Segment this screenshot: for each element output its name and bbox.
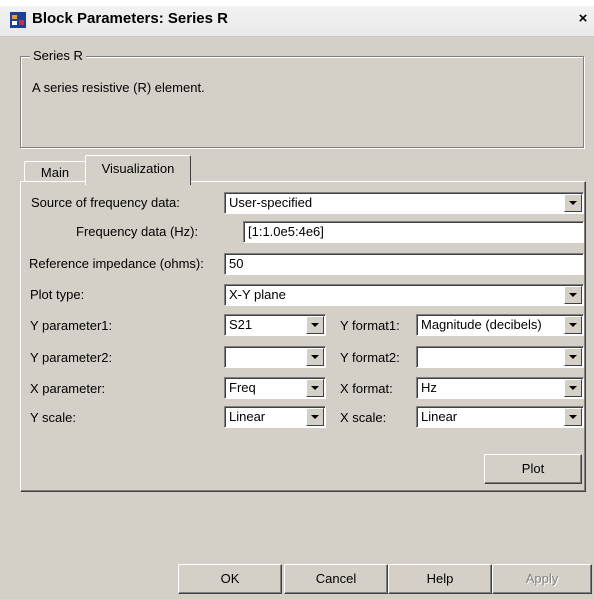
- reference-impedance-input[interactable]: 50: [224, 253, 584, 275]
- plot-type-value: X-Y plane: [229, 287, 286, 302]
- block-parameters-icon: [10, 12, 26, 28]
- frequency-data-value: [1:1.0e5:4e6]: [248, 224, 324, 239]
- x-scale-value: Linear: [421, 409, 458, 424]
- cancel-button[interactable]: Cancel: [284, 564, 388, 594]
- reference-impedance-value: 50: [229, 256, 244, 271]
- group-legend: Series R: [30, 48, 86, 63]
- y-scale-label: Y scale:: [30, 410, 77, 425]
- chevron-down-icon[interactable]: [306, 408, 324, 426]
- chevron-down-icon[interactable]: [306, 379, 324, 397]
- x-parameter-value: Freq: [229, 380, 256, 395]
- tab-main[interactable]: Main: [24, 161, 86, 182]
- x-parameter-label: X parameter:: [30, 381, 106, 396]
- x-scale-label: X scale:: [340, 410, 387, 425]
- window-title: Block Parameters: Series R: [32, 10, 228, 27]
- help-button[interactable]: Help: [388, 564, 492, 594]
- source-frequency-value: User-specified: [229, 195, 313, 210]
- block-parameters-dialog: Block Parameters: Series R × Series R A …: [0, 0, 594, 599]
- y-parameter1-label: Y parameter1:: [30, 318, 113, 333]
- block-description: A series resistive (R) element.: [32, 80, 205, 95]
- source-frequency-label: Source of frequency data:: [31, 195, 180, 210]
- y-parameter2-select[interactable]: [224, 346, 326, 368]
- y-format2-select[interactable]: [416, 346, 584, 368]
- chevron-down-icon[interactable]: [564, 379, 582, 397]
- y-format1-label: Y format1:: [340, 318, 400, 333]
- x-parameter-select[interactable]: Freq: [224, 377, 326, 399]
- plot-button[interactable]: Plot: [484, 454, 582, 484]
- close-icon[interactable]: ×: [574, 10, 592, 28]
- tab-visualization[interactable]: Visualization: [85, 155, 191, 185]
- y-format1-select[interactable]: Magnitude (decibels): [416, 314, 584, 336]
- x-format-select[interactable]: Hz: [416, 377, 584, 399]
- frequency-data-label: Frequency data (Hz):: [76, 224, 199, 239]
- y-parameter1-value: S21: [229, 317, 253, 332]
- apply-button[interactable]: Apply: [492, 564, 592, 594]
- x-format-value: Hz: [421, 380, 437, 395]
- chevron-down-icon[interactable]: [564, 194, 582, 212]
- y-format1-value: Magnitude (decibels): [421, 317, 542, 332]
- y-parameter2-label: Y parameter2:: [30, 350, 113, 365]
- plot-type-label: Plot type:: [30, 287, 85, 302]
- y-scale-value: Linear: [229, 409, 266, 424]
- block-description-group: [20, 56, 584, 148]
- plot-type-select[interactable]: X-Y plane: [224, 284, 584, 306]
- reference-impedance-label: Reference impedance (ohms):: [29, 256, 204, 271]
- chevron-down-icon[interactable]: [564, 408, 582, 426]
- chevron-down-icon[interactable]: [564, 348, 582, 366]
- y-format2-label: Y format2:: [340, 350, 400, 365]
- ok-button[interactable]: OK: [178, 564, 282, 594]
- x-scale-select[interactable]: Linear: [416, 406, 584, 428]
- frequency-data-input[interactable]: [1:1.0e5:4e6]: [243, 221, 584, 243]
- chevron-down-icon[interactable]: [564, 286, 582, 304]
- y-scale-select[interactable]: Linear: [224, 406, 326, 428]
- title-bar[interactable]: Block Parameters: Series R ×: [0, 0, 594, 37]
- source-frequency-select[interactable]: User-specified: [224, 192, 584, 214]
- chevron-down-icon[interactable]: [564, 316, 582, 334]
- x-format-label: X format:: [340, 381, 393, 396]
- y-parameter1-select[interactable]: S21: [224, 314, 326, 336]
- chevron-down-icon[interactable]: [306, 348, 324, 366]
- chevron-down-icon[interactable]: [306, 316, 324, 334]
